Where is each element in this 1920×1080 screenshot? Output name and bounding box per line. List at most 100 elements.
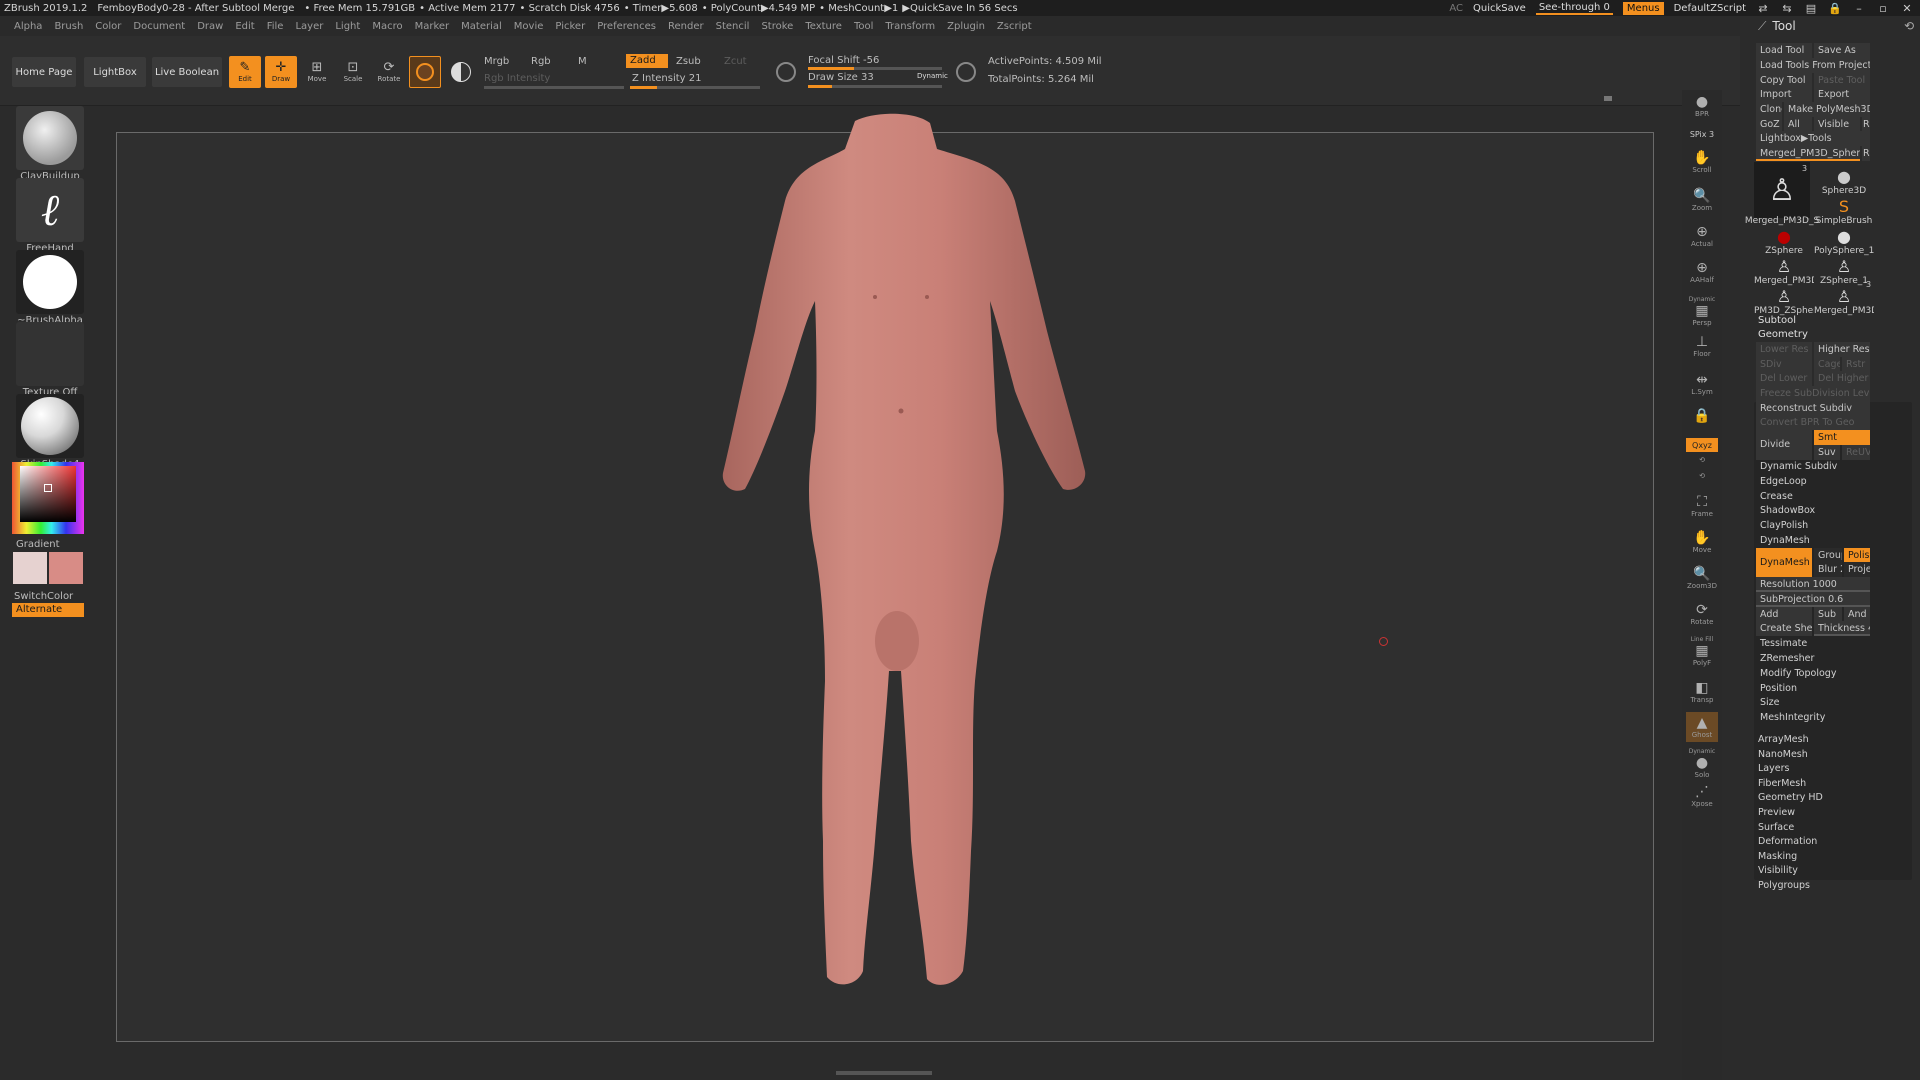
subprojection-slider[interactable]: SubProjection 0.6 [1756,592,1870,607]
freeze-subdiv-button[interactable]: Freeze SubDivision Levels [1756,386,1870,401]
xpose-button[interactable]: ⋰ Xpose [1686,784,1718,808]
make-polymesh-button[interactable]: Make PolyMesh3D [1784,102,1870,117]
alpha-slot[interactable]: ~BrushAlpha [16,250,84,326]
sub-button[interactable]: Sub [1814,607,1842,622]
load-tools-from-project-button[interactable]: Load Tools From Project [1756,58,1870,73]
zoom3d-button[interactable]: 🔍 Zoom3D [1686,566,1718,590]
reconstruct-subdiv-button[interactable]: Reconstruct Subdiv [1756,401,1870,416]
frame-button[interactable]: ⛶ Frame [1686,494,1718,518]
persp-button[interactable]: Dynamic ▦ Persp [1686,296,1718,327]
section-polygroups[interactable]: Polygroups [1758,878,1906,894]
main-color-swatch[interactable] [13,552,47,584]
shelf-scroll-handle[interactable] [1604,96,1612,101]
load-tool-button[interactable]: Load Tool [1756,43,1812,58]
menu-light[interactable]: Light [335,21,360,32]
palette-icon[interactable]: ▤ [1804,2,1818,15]
draw-size-track[interactable] [808,85,942,88]
menu-stencil[interactable]: Stencil [716,21,750,32]
tool-thumb[interactable]: ♙Merged_PM3D_S [1814,286,1874,316]
floor-button[interactable]: ⊥ Floor [1686,334,1718,358]
lock-axis-button[interactable]: 🔒 [1686,408,1718,424]
rotate-z-button[interactable]: ⟲ [1686,472,1718,480]
focal-shift-slider[interactable]: Focal Shift -56 [808,55,879,66]
focal-shift-icon[interactable] [776,62,796,82]
section-masking[interactable]: Masking [1758,849,1906,865]
menus-button[interactable]: Menus [1622,1,1664,15]
menu-zscript[interactable]: Zscript [997,21,1032,32]
quicksave-button[interactable]: QuickSave [1473,3,1526,14]
sdiv-slider[interactable]: SDiv [1756,357,1812,372]
secondary-color-swatch[interactable] [49,552,83,584]
rgb-intensity-slider[interactable]: Rgb Intensity [484,73,550,84]
save-as-button[interactable]: Save As [1814,43,1870,58]
claypolish-section[interactable]: ClayPolish [1760,518,1908,534]
dynamic-size-icon[interactable] [956,62,976,82]
menu-file[interactable]: File [267,21,284,32]
close-icon[interactable]: ✕ [1900,2,1914,15]
tool-thumb[interactable]: ● Sphere3D [1814,166,1874,196]
menu-edit[interactable]: Edit [235,21,254,32]
zremesher-section[interactable]: ZRemesher [1760,651,1908,667]
lsym-button[interactable]: ⇹ L.Sym [1686,372,1718,396]
goz-visible-button[interactable]: Visible [1814,117,1860,132]
swap-icon[interactable]: ⇆ [1780,2,1794,15]
tool-thumb[interactable]: ● PolySphere_1 [1814,226,1874,256]
rotate-view-button[interactable]: ⟳ Rotate [1686,602,1718,626]
maximize-icon[interactable]: ▫ [1876,2,1890,15]
actual-button[interactable]: ⊕ Actual [1686,224,1718,248]
tool-thumb[interactable]: ♙PM3D_ZSphere_ [1754,286,1814,316]
lightbox-tools-button[interactable]: Lightbox▶Tools [1756,131,1870,146]
gradient-label[interactable]: Gradient [16,539,60,550]
menu-preferences[interactable]: Preferences [597,21,656,32]
tool-thumb[interactable]: S SimpleBrush [1814,196,1874,226]
live-boolean-button[interactable]: Live Boolean [152,57,222,87]
menu-texture[interactable]: Texture [805,21,842,32]
bottom-scroll-handle[interactable] [836,1071,932,1075]
menu-transform[interactable]: Transform [885,21,935,32]
zadd-toggle[interactable]: Zadd [626,54,668,68]
import-button[interactable]: Import [1756,87,1812,102]
polyf-button[interactable]: Line Fill ▦ PolyF [1686,636,1718,667]
bpr-button[interactable]: ● BPR [1686,94,1718,118]
menu-stroke[interactable]: Stroke [761,21,793,32]
dynamesh-button[interactable]: DynaMesh [1756,548,1812,578]
menu-color[interactable]: Color [95,21,121,32]
reuv-button[interactable]: ReUV [1842,445,1870,460]
section-surface[interactable]: Surface [1758,820,1906,836]
menu-alpha[interactable]: Alpha [14,21,42,32]
del-higher-button[interactable]: Del Higher [1814,371,1870,386]
z-intensity-track[interactable] [630,86,760,89]
brush-slot[interactable]: ClayBuildup [16,106,84,182]
ghost-button[interactable]: ▲ Ghost [1686,712,1718,742]
draw-button[interactable]: ✛ Draw [265,56,297,88]
del-lower-button[interactable]: Del Lower [1756,371,1812,386]
menu-material[interactable]: Material [461,21,502,32]
current-tool-slider[interactable]: Merged_PM3D_Sphere3D3_ [1756,146,1860,161]
section-fibermesh[interactable]: FiberMesh [1758,776,1906,792]
blur-slider[interactable]: Blur 2 [1814,562,1842,577]
menu-layer[interactable]: Layer [295,21,323,32]
xyz-button[interactable]: Qxyz [1686,438,1718,452]
rgb-toggle[interactable]: Rgb [531,56,551,67]
menu-marker[interactable]: Marker [415,21,450,32]
current-tool-r-button[interactable]: R [1862,146,1870,161]
cage-button[interactable]: Cage [1814,357,1840,372]
zscript-button[interactable]: DefaultZScript [1674,3,1746,14]
smt-toggle[interactable]: Smt [1814,430,1870,445]
zsub-toggle[interactable]: Zsub [676,56,701,67]
meshintegrity-section[interactable]: MeshIntegrity [1760,710,1908,726]
dynamic-subdiv-section[interactable]: Dynamic Subdiv [1760,459,1908,475]
section-visibility[interactable]: Visibility [1758,863,1906,879]
paste-tool-button[interactable]: Paste Tool [1814,73,1870,88]
divide-button[interactable]: Divide [1756,430,1812,460]
transp-button[interactable]: ◧ Transp [1686,680,1718,704]
scale-button[interactable]: ⊡ Scale [337,56,369,88]
higher-res-button[interactable]: Higher Res [1814,342,1870,357]
color-picker[interactable] [12,458,84,534]
menu-macro[interactable]: Macro [372,21,402,32]
copy-tool-button[interactable]: Copy Tool [1756,73,1812,88]
solo-button[interactable]: Dynamic ● Solo [1686,748,1718,779]
project-toggle[interactable]: Project [1844,562,1870,577]
tool-thumb[interactable]: ● ZSphere [1754,226,1814,256]
suv-toggle[interactable]: Suv [1814,445,1840,460]
